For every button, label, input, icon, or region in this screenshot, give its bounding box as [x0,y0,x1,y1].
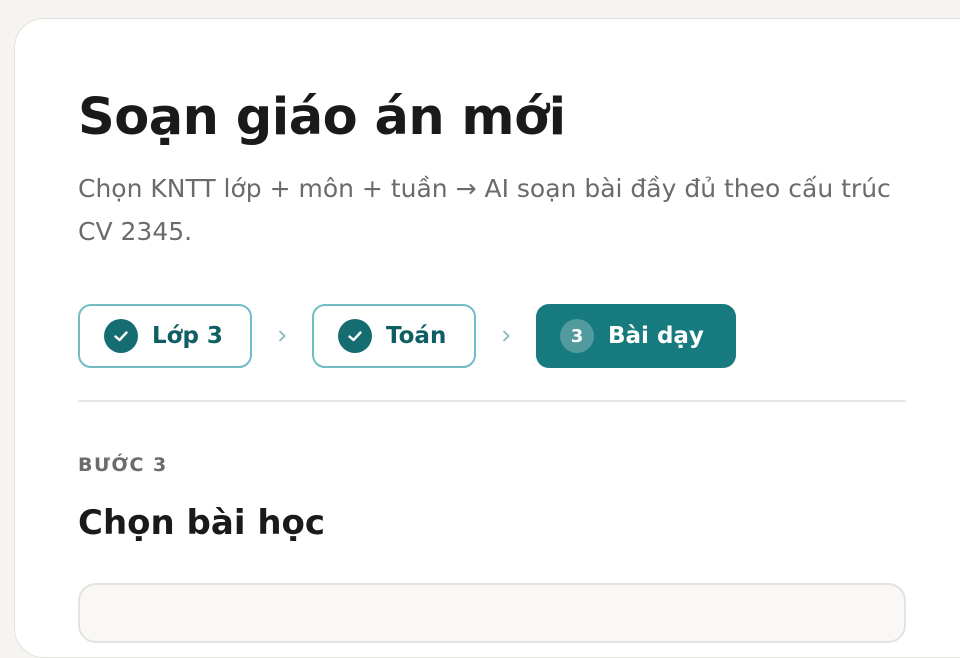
page-subtitle: Chọn KNTT lớp + môn + tuần → AI soạn bài… [78,174,891,246]
step-class[interactable]: Lớp 3 [78,304,252,368]
section-title: Chọn bài học [78,503,326,543]
check-icon [338,319,372,353]
chevron-right-icon [252,329,312,343]
chevron-right-icon [476,329,536,343]
divider [78,400,906,402]
step-subject-label: Toán [386,323,447,349]
step-number-badge: 3 [560,319,594,353]
step-lesson-label: Bài dạy [608,323,704,349]
step-class-label: Lớp 3 [152,323,223,349]
page-title: Soạn giáo án mới [78,88,566,147]
check-icon [104,319,138,353]
step-eyebrow: BƯỚC 3 [78,454,168,476]
step-lesson[interactable]: 3 Bài dạy [536,304,736,368]
step-subject[interactable]: Toán [312,304,476,368]
stepper: Lớp 3 Toán 3 Bài dạy [78,304,736,368]
lesson-picker[interactable] [78,583,906,643]
